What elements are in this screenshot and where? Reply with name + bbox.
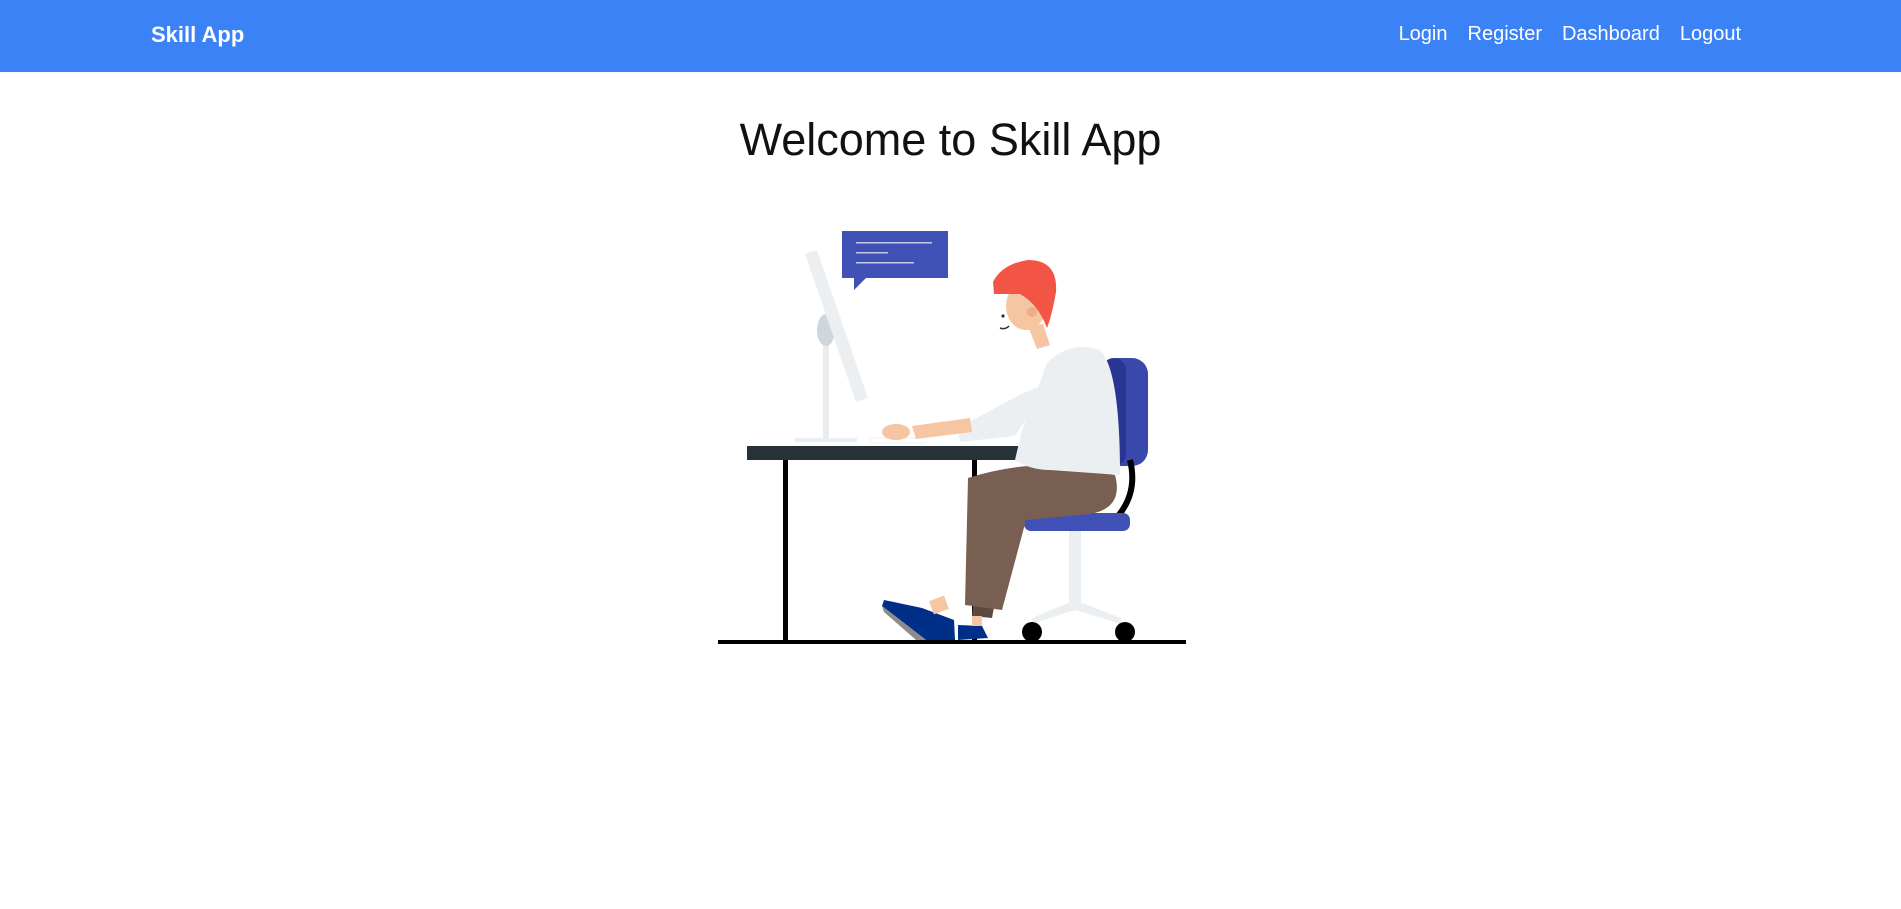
desk-leg-left <box>783 460 788 642</box>
page-title: Welcome to Skill App <box>739 114 1162 165</box>
monitor-stand <box>823 338 829 438</box>
brand-logo[interactable]: Skill App <box>151 20 244 50</box>
nav-login-link[interactable]: Login <box>1399 19 1448 49</box>
nav-logout-link[interactable]: Logout <box>1680 19 1741 49</box>
top-navbar: Skill App Login Register Dashboard Logou… <box>0 0 1901 72</box>
desk-top <box>747 446 1023 460</box>
speech-bubble <box>842 231 948 290</box>
nav-links: Login Register Dashboard Logout <box>1399 19 1741 49</box>
floor-line <box>718 640 1186 644</box>
person-at-desk-illustration <box>718 231 1186 644</box>
nav-register-link[interactable]: Register <box>1468 19 1542 49</box>
monitor-base <box>795 438 857 442</box>
nav-dashboard-link[interactable]: Dashboard <box>1562 19 1660 49</box>
